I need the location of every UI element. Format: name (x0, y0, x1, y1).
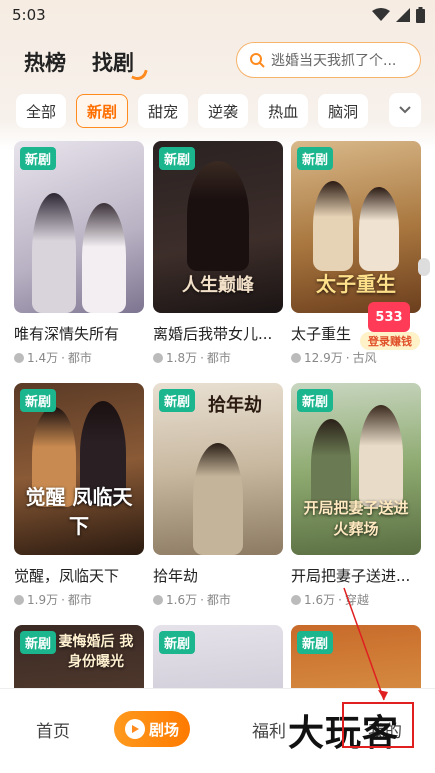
reward-amount: 533 (368, 302, 410, 332)
drama-meta: 1.6万 · 都市 (153, 591, 283, 608)
drama-card[interactable]: 新剧 人生巅峰 离婚后我带女儿... 1.8万 · 都市 (153, 141, 283, 366)
drama-meta: 1.4万 · 都市 (14, 349, 144, 366)
poster-figure (313, 181, 353, 271)
new-badge: 新剧 (159, 147, 196, 170)
poster-figure (359, 405, 403, 507)
poster-title: 拾年劫 (208, 395, 262, 416)
meta-separator: · (200, 350, 204, 365)
new-badge: 新剧 (297, 389, 334, 412)
drama-genre: 穿越 (344, 593, 369, 607)
category-all[interactable]: 全部 (16, 94, 67, 128)
meta-separator: · (338, 592, 342, 607)
drama-poster: 新剧 (14, 141, 144, 313)
reward-label: 登录赚钱 (360, 332, 420, 350)
drama-views: 12.9万 (304, 351, 343, 365)
status-bar: 5:03 (0, 0, 435, 30)
drama-meta: 1.9万 · 都市 (14, 591, 144, 608)
meta-separator: · (345, 350, 350, 365)
views-icon (153, 594, 163, 605)
views-icon (153, 352, 163, 363)
drama-title: 觉醒，凤临天下 (14, 567, 120, 585)
drama-title: 唯有深情失所有 (14, 325, 120, 343)
search-placeholder: 逃婚当天我抓了个... (271, 53, 397, 69)
scroll-handle[interactable] (418, 258, 430, 276)
category-bar: 全部 新剧 甜宠 逆袭 热血 脑洞 (0, 93, 435, 129)
status-icons (372, 7, 425, 23)
search-icon (250, 53, 265, 68)
poster-title: 太子重生 (316, 272, 396, 296)
views-icon (291, 594, 301, 605)
poster-title: 妻悔婚后 我身份曝光 (58, 634, 134, 670)
poster-figure (32, 193, 76, 313)
nav-theater-label: 剧场 (148, 720, 179, 739)
category-passion[interactable]: 热血 (258, 94, 309, 128)
new-badge: 新剧 (20, 389, 57, 412)
new-badge: 新剧 (20, 631, 57, 654)
drama-meta: 1.6万 · 穿越 (291, 591, 421, 608)
status-time: 5:03 (12, 6, 46, 24)
drama-poster: 新剧 觉醒 凤临天下 (14, 383, 144, 555)
views-icon (291, 352, 301, 363)
meta-separator: · (200, 592, 204, 607)
tab-hot-list[interactable]: 热榜 (24, 47, 66, 77)
poster-figure (187, 161, 249, 271)
drama-views: 1.6万 (304, 593, 336, 607)
play-icon (124, 719, 145, 739)
drama-poster: 新剧 人生巅峰 (153, 141, 283, 313)
drama-meta: 12.9万 · 古风 (291, 349, 421, 366)
nav-welfare[interactable]: 福利 (252, 717, 286, 742)
annotation-box (342, 702, 414, 748)
meta-separator: · (61, 592, 65, 607)
drama-genre: 古风 (352, 351, 377, 365)
meta-separator: · (61, 350, 65, 365)
views-icon (14, 352, 24, 363)
poster-title: 觉醒 凤临天下 (25, 485, 133, 538)
new-badge: 新剧 (159, 631, 196, 654)
drama-poster: 新剧 太子重生 (291, 141, 421, 313)
views-icon (14, 594, 24, 605)
wifi-icon (372, 8, 390, 21)
drama-genre: 都市 (206, 351, 231, 365)
poster-figure (193, 443, 243, 555)
expand-categories-button[interactable] (389, 93, 421, 127)
chevron-down-icon (399, 106, 411, 114)
drama-title: 离婚后我带女儿... (153, 325, 273, 343)
drama-views: 1.4万 (27, 351, 59, 365)
drama-title: 拾年劫 (153, 567, 199, 585)
drama-poster: 新剧 拾年劫 (153, 383, 283, 555)
new-badge: 新剧 (297, 147, 334, 170)
drama-meta: 1.8万 · 都市 (153, 349, 283, 366)
poster-figure (359, 187, 399, 271)
login-reward-widget[interactable]: 533 登录赚钱 (360, 302, 420, 350)
drama-views: 1.8万 (166, 351, 198, 365)
drama-title: 开局把妻子送进... (291, 567, 411, 585)
drama-poster: 新剧 开局把妻子送进火葬场 (291, 383, 421, 555)
search-input[interactable]: 逃婚当天我抓了个... (236, 42, 421, 78)
battery-icon (416, 7, 425, 23)
category-new[interactable]: 新剧 (76, 94, 129, 128)
tab-find-drama[interactable]: 找剧 (92, 47, 134, 77)
nav-theater[interactable]: 剧场 (114, 711, 190, 747)
poster-title: 开局把妻子送进火葬场 (303, 499, 409, 538)
poster-title: 人生巅峰 (182, 275, 254, 296)
category-sweet[interactable]: 甜宠 (138, 94, 189, 128)
drama-card[interactable]: 新剧 唯有深情失所有 1.4万 · 都市 (14, 141, 144, 366)
nav-home[interactable]: 首页 (36, 717, 70, 742)
new-badge: 新剧 (20, 147, 57, 170)
category-comeback[interactable]: 逆袭 (198, 94, 249, 128)
drama-views: 1.6万 (166, 593, 198, 607)
drama-genre: 都市 (67, 351, 92, 365)
category-imagination[interactable]: 脑洞 (318, 94, 369, 128)
drama-views: 1.9万 (27, 593, 59, 607)
new-badge: 新剧 (297, 631, 334, 654)
drama-genre: 都市 (67, 593, 92, 607)
signal-icon (396, 8, 410, 22)
drama-card[interactable]: 新剧 觉醒 凤临天下 觉醒，凤临天下 1.9万 · 都市 (14, 383, 144, 608)
drama-card[interactable]: 新剧 开局把妻子送进火葬场 开局把妻子送进... 1.6万 · 穿越 (291, 383, 421, 608)
poster-figure (82, 203, 126, 313)
drama-card[interactable]: 新剧 拾年劫 拾年劫 1.6万 · 都市 (153, 383, 283, 608)
new-badge: 新剧 (159, 389, 196, 412)
drama-genre: 都市 (206, 593, 231, 607)
